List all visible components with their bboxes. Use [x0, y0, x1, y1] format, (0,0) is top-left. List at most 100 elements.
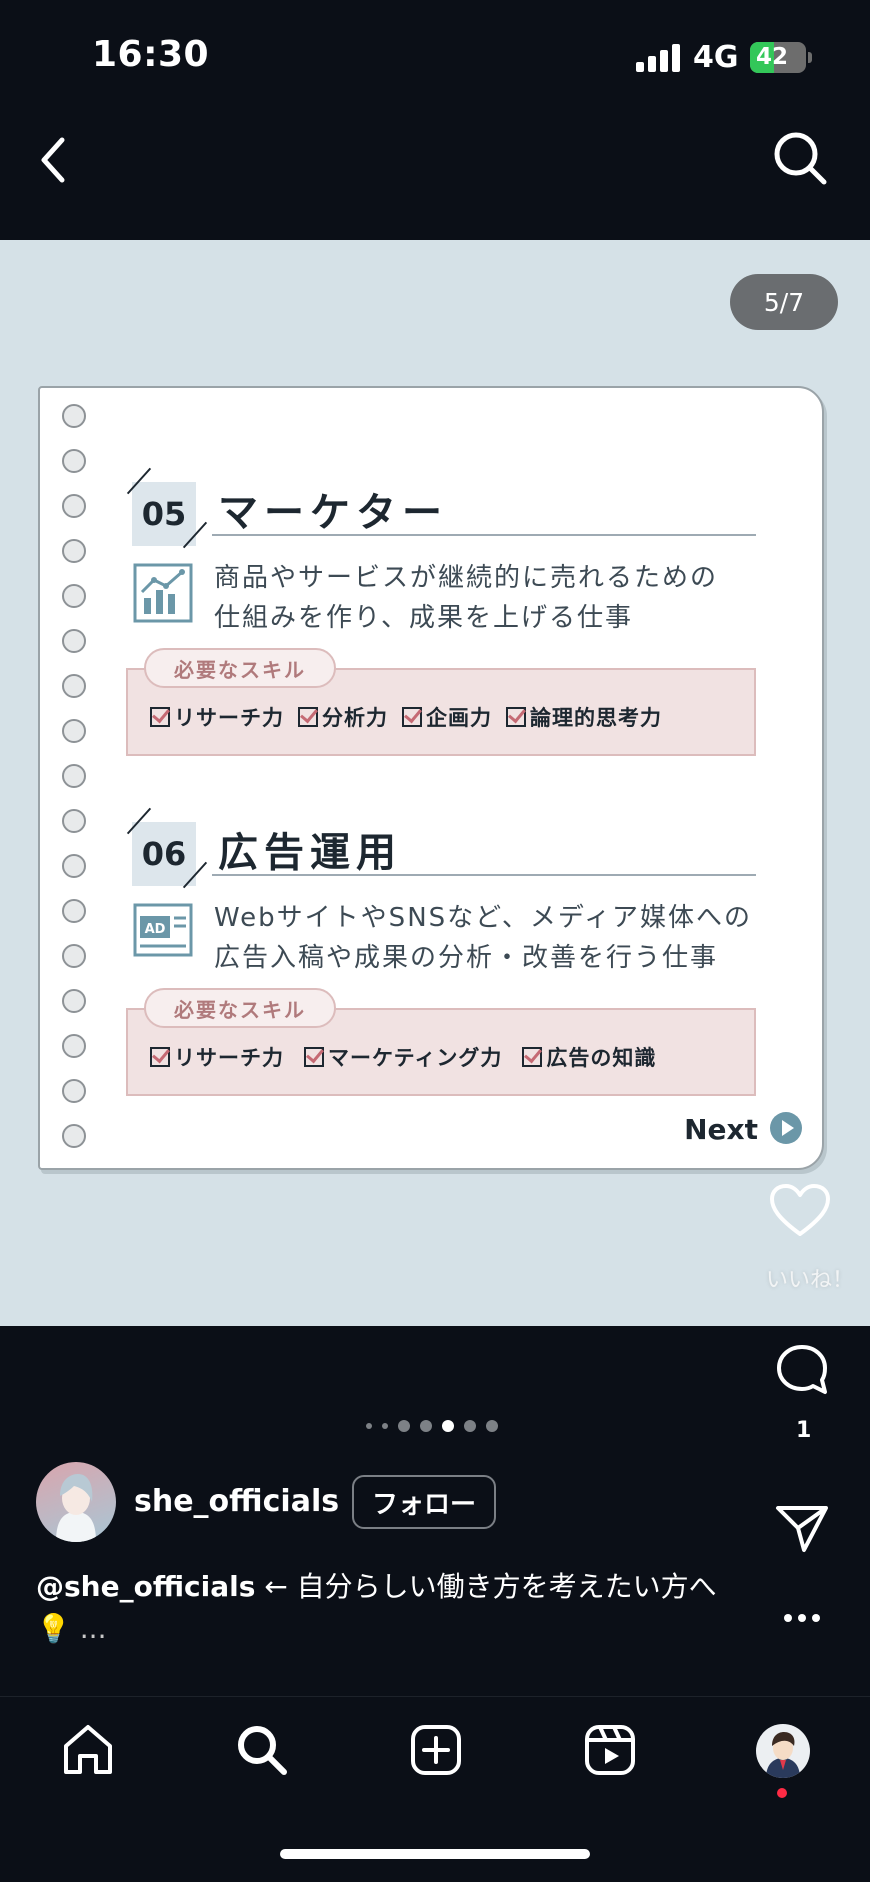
notebook-ring	[62, 1124, 86, 1148]
checkbox-icon	[506, 707, 526, 727]
home-icon	[64, 1725, 112, 1774]
checkbox-icon	[402, 707, 422, 727]
caption-more[interactable]: ...	[80, 1612, 107, 1645]
description-line: 広告入稿や成果の分析・改善を行う仕事	[214, 943, 719, 973]
paper-plane-icon	[776, 1506, 828, 1552]
ad-icon: AD	[133, 903, 193, 957]
follow-button[interactable]: フォロー	[352, 1475, 497, 1529]
svg-text:AD: AD	[145, 922, 166, 937]
heart-icon	[770, 1184, 830, 1236]
skill-item: マーケティング力	[304, 1042, 502, 1072]
carousel-dot	[398, 1420, 410, 1432]
chart-icon	[133, 563, 193, 623]
play-icon	[770, 1112, 802, 1144]
notebook-ring	[62, 494, 86, 518]
caption-mention[interactable]: @she_officials	[36, 1570, 255, 1603]
battery-icon: 42	[750, 42, 806, 73]
notebook-ring	[62, 449, 86, 473]
notebook-ring	[62, 404, 86, 428]
search-button[interactable]	[770, 128, 830, 188]
description-line: 仕組みを作り、成果を上げる仕事	[214, 603, 633, 633]
notebook-ring	[62, 944, 86, 968]
section-divider	[212, 874, 756, 876]
nav-profile-avatar[interactable]	[756, 1724, 810, 1778]
search-icon	[238, 1726, 287, 1775]
section-number: 06	[132, 822, 196, 886]
avatar-illustration	[56, 1474, 96, 1542]
notebook-ring	[62, 854, 86, 878]
notification-dot	[777, 1788, 787, 1798]
section-divider	[212, 534, 756, 536]
nav-divider	[0, 1696, 870, 1697]
status-time: 16:30	[92, 34, 210, 75]
comment-icon	[777, 1345, 827, 1394]
description-line: WebサイトやSNSなど、メディア媒体への	[214, 903, 753, 933]
notebook-ring	[62, 899, 86, 923]
like-label: いいね！	[766, 1268, 855, 1293]
battery-level: 42	[756, 44, 789, 70]
notebook-ring	[62, 764, 86, 788]
skill-item: リサーチ力	[150, 702, 284, 732]
author-username[interactable]: she_officials	[134, 1484, 339, 1519]
chevron-left-icon	[41, 137, 65, 183]
section-title: マーケター	[218, 490, 448, 536]
comment-button[interactable]	[774, 1342, 830, 1398]
profile-avatar-illustration	[766, 1732, 800, 1778]
skill-item: 広告の知識	[522, 1042, 656, 1072]
carousel-indicator	[366, 1420, 498, 1432]
skill-item: 企画力	[402, 702, 492, 732]
post-caption[interactable]: @she_officials ← 自分らしい働き方を考えたい方へ💡 ...	[36, 1566, 736, 1650]
carousel-dot	[382, 1423, 388, 1429]
notebook-ring	[62, 629, 86, 653]
checkbox-icon	[150, 707, 170, 727]
carousel-dot	[420, 1420, 432, 1432]
more-options-button[interactable]	[782, 1610, 822, 1624]
network-type: 4G	[693, 40, 739, 75]
section-description: 商品やサービスが継続的に売れるための 仕組みを作り、成果を上げる仕事	[214, 558, 718, 638]
carousel-dot	[486, 1420, 498, 1432]
carousel-dot	[366, 1423, 372, 1429]
reels-icon	[585, 1725, 635, 1775]
section-number: 05	[132, 482, 196, 546]
battery-tip	[808, 52, 812, 63]
notebook-ring	[62, 809, 86, 833]
skill-item: 分析力	[298, 702, 388, 732]
checkbox-icon	[304, 1047, 324, 1067]
skill-item: リサーチ力	[150, 1042, 284, 1072]
checkbox-icon	[298, 707, 318, 727]
notebook-ring	[62, 584, 86, 608]
post-media[interactable]: 5/7 05 マーケター 商品やサービスが継続的に売れるための 仕組みを作り、成…	[0, 240, 870, 1326]
skills-list: リサーチ力 マーケティング力 広告の知識	[150, 1042, 656, 1072]
back-button[interactable]	[34, 130, 74, 190]
notebook-slide: 05 マーケター 商品やサービスが継続的に売れるための 仕組みを作り、成果を上げ…	[38, 386, 824, 1170]
like-button[interactable]	[768, 1182, 832, 1238]
nav-create[interactable]	[408, 1722, 464, 1778]
notebook-ring	[62, 539, 86, 563]
carousel-dot	[464, 1420, 476, 1432]
checkbox-icon	[522, 1047, 543, 1067]
skills-tag: 必要なスキル	[144, 648, 336, 688]
carousel-dot-active	[442, 1420, 454, 1432]
notebook-ring	[62, 719, 86, 743]
page-counter: 5/7	[730, 274, 838, 330]
home-indicator[interactable]	[280, 1849, 590, 1859]
section-description: WebサイトやSNSなど、メディア媒体への 広告入稿や成果の分析・改善を行う仕事	[214, 898, 752, 978]
nav-home[interactable]	[60, 1722, 116, 1778]
ellipsis-icon	[784, 1614, 820, 1622]
notebook-ring	[62, 989, 86, 1013]
author-avatar[interactable]	[36, 1462, 116, 1542]
checkbox-icon	[150, 1047, 170, 1067]
skills-list: リサーチ力 分析力 企画力 論理的思考力	[150, 702, 662, 732]
description-line: 商品やサービスが継続的に売れるための	[214, 563, 719, 593]
signal-icon	[636, 44, 680, 72]
notebook-ring	[62, 1034, 86, 1058]
search-icon	[774, 132, 827, 185]
comment-count: 1	[796, 1418, 812, 1443]
notebook-ring	[62, 1079, 86, 1103]
share-button[interactable]	[774, 1500, 830, 1556]
nav-reels[interactable]	[582, 1722, 638, 1778]
skills-tag: 必要なスキル	[144, 988, 336, 1028]
notebook-ring	[62, 674, 86, 698]
nav-search[interactable]	[234, 1722, 290, 1778]
next-label: Next	[684, 1113, 758, 1146]
